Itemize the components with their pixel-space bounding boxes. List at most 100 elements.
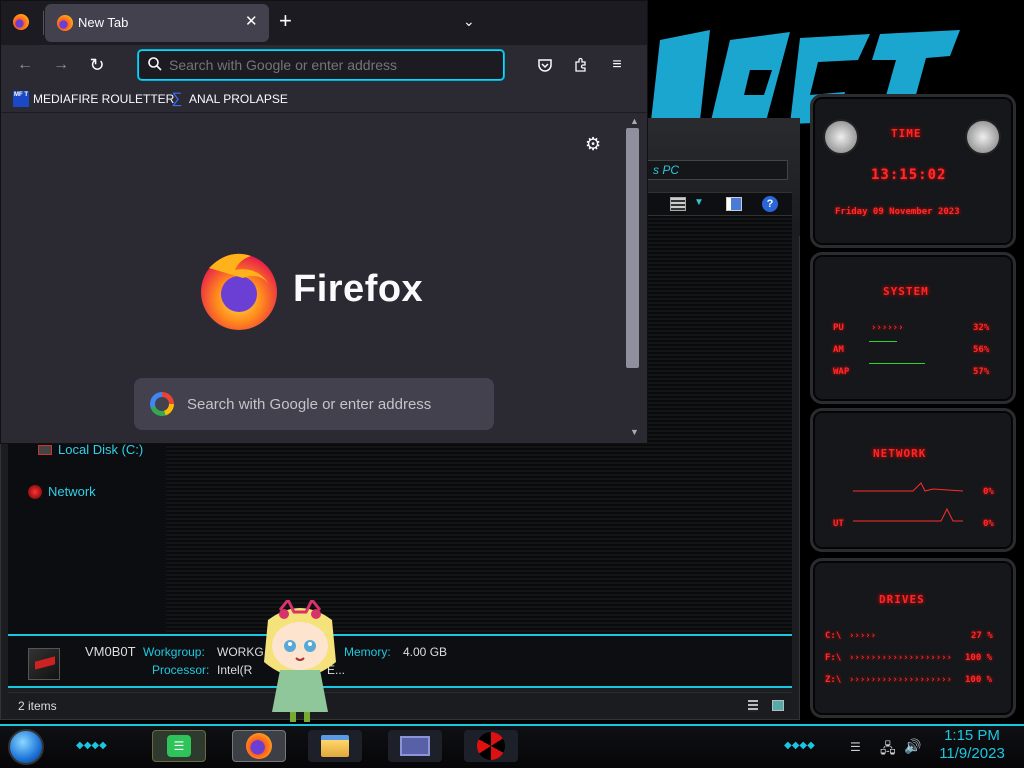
navigation-pane: Local Disk (C:) Network — [8, 442, 166, 634]
processor-value: Intel(R — [217, 663, 253, 677]
drive-meter-z: ››››››››››››››››››› — [849, 675, 952, 685]
search-icon — [147, 56, 163, 77]
ram-graph — [869, 341, 897, 342]
scrollbar[interactable]: ▲ ▼ — [625, 114, 647, 443]
drive-row-value: 27 % — [971, 631, 993, 641]
firefox-wordmark: Firefox — [293, 268, 424, 310]
network-icon — [28, 484, 42, 499]
drive-meter-c: ››››› — [849, 631, 877, 641]
memory-value: 4.00 GB — [403, 645, 448, 659]
processor-label: Processor: — [152, 663, 210, 677]
bookmark-sigma-icon: ∑ — [171, 90, 183, 107]
radiation-icon[interactable] — [464, 730, 518, 762]
drives-gadget[interactable]: DRIVES C:\ ››››› 27 % F:\ ››››››››››››››… — [810, 558, 1016, 718]
alien-logo-icon — [823, 119, 859, 155]
view-options-icon[interactable] — [670, 197, 686, 211]
mediafire-icon: MF T — [13, 91, 29, 107]
drive-row-value: 100 % — [965, 653, 993, 663]
bookmark-item[interactable]: ∑ ANAL PROLAPSE — [169, 91, 288, 107]
network-row-value: 0% — [983, 487, 994, 497]
item-count: 2 items — [18, 699, 57, 713]
close-tab-icon[interactable]: ✕ — [245, 12, 258, 30]
taskbar-deco-left: ◆◆◆◆ — [76, 740, 107, 751]
system-row-label: WAP — [833, 367, 850, 377]
tab-strip: New Tab ✕ + ⌄ — [1, 1, 647, 45]
gear-icon[interactable]: ⚙ — [585, 134, 601, 155]
large-icons-view-icon[interactable] — [772, 700, 784, 711]
time-date: Friday 09 November 2023 — [835, 207, 960, 217]
reload-icon[interactable]: ↻ — [83, 51, 111, 79]
workgroup-label: Workgroup: — [143, 645, 205, 659]
help-icon[interactable]: ? — [762, 196, 778, 212]
system-row-value: 56% — [973, 345, 990, 355]
drive-row-label: Z:\ — [825, 675, 842, 685]
network-tray-icon[interactable]: 🖧 — [880, 738, 896, 762]
bookmarks-toolbar: MF T MEDIAFIRE ROULETTER ∑ ANAL PROLAPSE — [1, 87, 647, 113]
url-input[interactable] — [169, 56, 489, 74]
system-row-label: PU — [833, 323, 844, 333]
chevron-down-icon[interactable]: ▼ — [694, 197, 704, 208]
drive-meter-f: ››››››››››››››››››› — [849, 653, 952, 663]
firefox-view-icon[interactable] — [13, 14, 29, 30]
firefox-favicon-icon — [57, 15, 73, 31]
notes-app-icon[interactable]: ☰ — [152, 730, 206, 762]
firefox-window[interactable]: New Tab ✕ + ⌄ ← → ↻ ≡ MF T — [0, 0, 648, 444]
preview-pane-icon[interactable] — [726, 197, 742, 211]
tab-title: New Tab — [78, 15, 129, 30]
details-pane: VM0B0T Workgroup: WORKG Memory: 4.00 GB … — [8, 634, 792, 688]
clock-date: 11/9/2023 — [939, 745, 1005, 762]
system-row-label: AM — [833, 345, 844, 355]
alien-logo-icon — [965, 119, 1001, 155]
system-gadget[interactable]: SYSTEM PU ›››››› 32% AM 56% WAP 57% — [810, 252, 1016, 404]
network-gadget[interactable]: NETWORK 0% UT 0% — [810, 408, 1016, 552]
volume-icon[interactable]: 🔊 — [904, 738, 921, 755]
forward-arrow-icon[interactable]: → — [47, 51, 75, 79]
cpu-meter-icon: ›››››› — [871, 323, 904, 333]
new-tab-search-box[interactable]: Search with Google or enter address — [134, 378, 494, 430]
scroll-up-icon[interactable]: ▲ — [630, 116, 639, 126]
nav-item-network[interactable]: Network — [28, 484, 96, 499]
extensions-icon[interactable] — [567, 51, 595, 79]
computer-name: VM0B0T — [85, 644, 136, 659]
url-bar[interactable] — [138, 50, 504, 80]
scrollbar-thumb[interactable] — [626, 128, 639, 368]
explorer-address-bar[interactable]: s PC — [646, 160, 788, 180]
time-clock: 13:15:02 — [871, 167, 947, 183]
firefox-icon[interactable] — [232, 730, 286, 762]
file-explorer-icon[interactable] — [308, 730, 362, 762]
show-hidden-icons[interactable]: ☰ — [850, 740, 861, 754]
memory-label: Memory: — [344, 645, 391, 659]
system-row-value: 57% — [973, 367, 990, 377]
details-view-icon[interactable] — [748, 700, 758, 712]
search-placeholder: Search with Google or enter address — [187, 396, 432, 413]
new-tab-button[interactable]: + — [279, 10, 292, 32]
hamburger-menu-icon[interactable]: ≡ — [603, 51, 631, 79]
network-out-graph — [853, 507, 963, 522]
google-g-icon — [150, 392, 174, 416]
back-arrow-icon[interactable]: ← — [11, 51, 39, 79]
network-row-label: UT — [833, 519, 844, 529]
desktop: s PC ▼ ? Local Disk (C:) Network VM0B0T … — [0, 0, 1024, 768]
drive-icon — [38, 444, 52, 455]
bookmark-item[interactable]: MF T MEDIAFIRE ROULETTER — [13, 91, 174, 107]
start-button[interactable] — [8, 729, 44, 765]
drive-row-value: 100 % — [965, 675, 993, 685]
computer-icon — [28, 648, 60, 680]
network-in-graph — [853, 482, 963, 492]
tab-new-tab[interactable]: New Tab ✕ — [45, 4, 269, 42]
pocket-icon[interactable] — [531, 51, 559, 79]
drive-row-label: C:\ — [825, 631, 842, 641]
time-gadget[interactable]: TIME 13:15:02 Friday 09 November 2023 — [810, 94, 1016, 248]
scroll-down-icon[interactable]: ▼ — [630, 427, 639, 437]
drives-title: DRIVES — [879, 593, 925, 606]
system-row-value: 32% — [973, 323, 990, 333]
list-all-tabs-icon[interactable]: ⌄ — [463, 13, 475, 30]
network-title: NETWORK — [873, 447, 927, 460]
window-app-icon[interactable] — [388, 730, 442, 762]
nav-item-local-disk[interactable]: Local Disk (C:) — [38, 442, 143, 457]
status-bar: 2 items — [8, 692, 792, 718]
taskbar-clock[interactable]: 1:15 PM 11/9/2023 — [930, 727, 1014, 763]
swap-graph — [869, 363, 925, 364]
tab-divider — [43, 11, 44, 35]
time-title: TIME — [891, 127, 922, 140]
